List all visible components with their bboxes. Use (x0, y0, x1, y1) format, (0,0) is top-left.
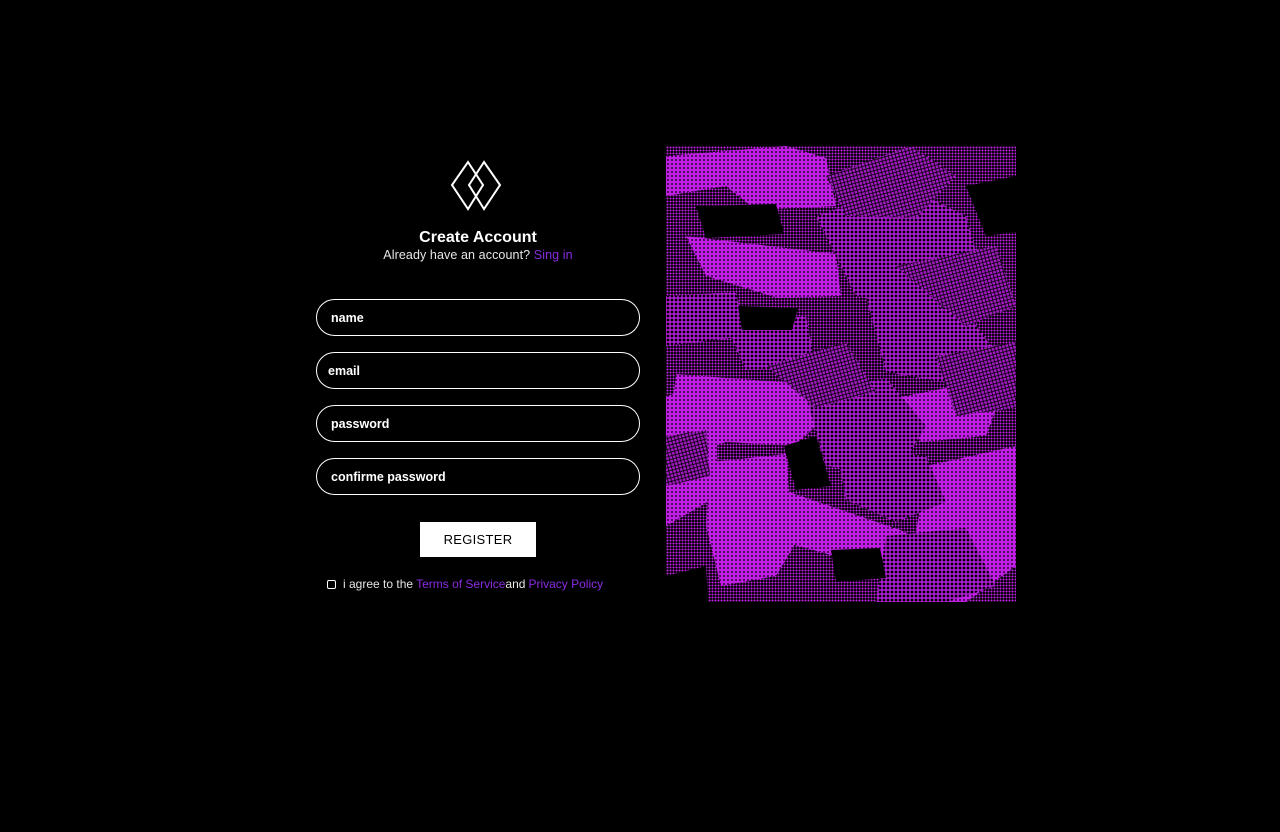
confirm-password-input[interactable] (316, 458, 640, 495)
register-button[interactable]: REGISTER (420, 522, 536, 557)
signin-prompt: Already have an account? Sing in (316, 247, 640, 263)
register-form: Create Account Already have an account? … (316, 146, 640, 602)
privacy-policy-link[interactable]: Privacy Policy (528, 577, 603, 591)
signin-link[interactable]: Sing in (534, 248, 573, 262)
name-input[interactable] (316, 299, 640, 336)
terms-of-service-link[interactable]: Terms of Service (416, 577, 505, 591)
password-input[interactable] (316, 405, 640, 442)
diamond-logo-icon (450, 160, 502, 211)
agree-checkbox[interactable] (327, 579, 336, 589)
and-text: and (505, 577, 526, 591)
email-input[interactable] (316, 352, 640, 389)
terms-agreement: i agree to the Terms of Service and Priv… (327, 576, 603, 592)
halftone-artwork (666, 146, 1016, 602)
signin-prompt-text: Already have an account? (383, 248, 531, 262)
page-title: Create Account (419, 229, 537, 246)
agree-text: i agree to the (343, 577, 414, 591)
